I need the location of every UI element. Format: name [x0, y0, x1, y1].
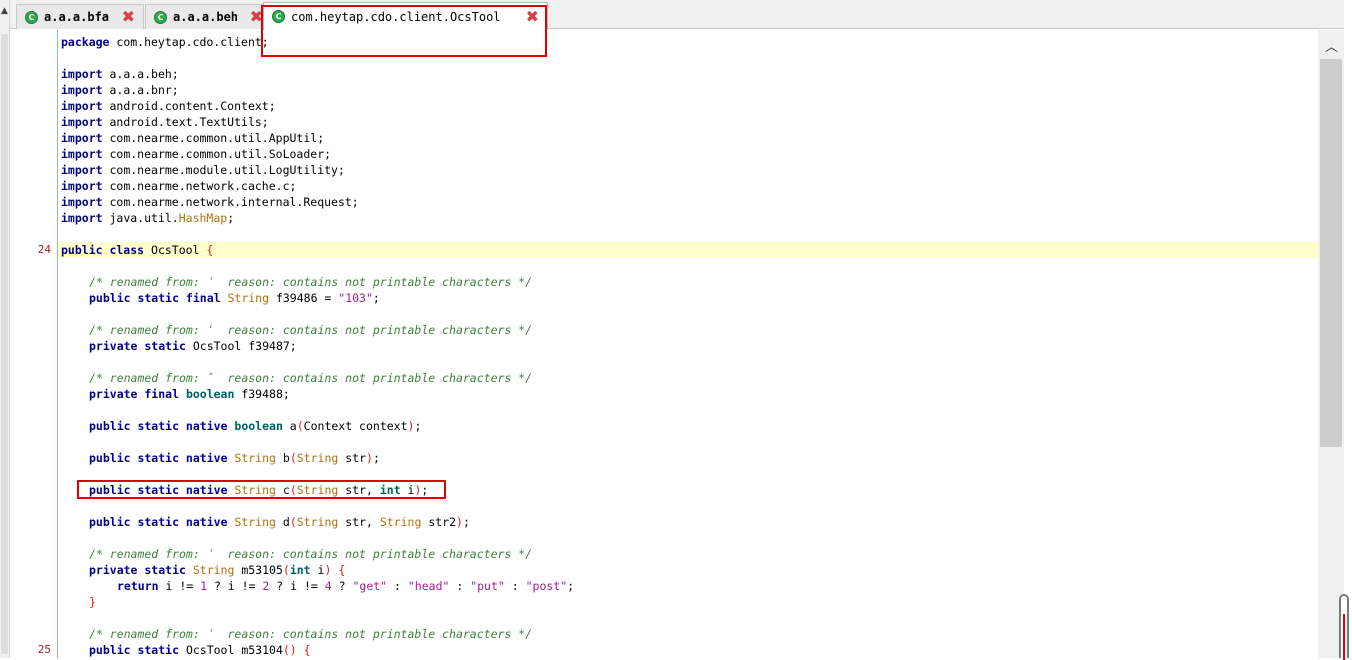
code-line-method-b: public static native String b(String str…: [89, 451, 380, 465]
tab-label: a.a.a.beh: [173, 10, 239, 24]
close-icon[interactable]: ✖: [122, 9, 135, 25]
code-line-import: import a.a.a.bnr;: [61, 83, 179, 97]
code-line-close-brace: }: [89, 595, 96, 609]
tab-label: a.a.a.bfa: [44, 10, 110, 24]
class-icon: C: [154, 10, 167, 24]
code-line-import: import com.nearme.common.util.AppUtil;: [61, 131, 325, 145]
code-line-field: public static final String f39486 = "103…: [89, 291, 380, 305]
tab-a-a-a-bfa[interactable]: C a.a.a.bfa ✖: [16, 4, 144, 29]
code-line-comment: /* renamed from: ʾ reason: contains not …: [89, 275, 533, 289]
left-panel-scrollbar[interactable]: ▲: [0, 0, 10, 658]
marker-fill: [1343, 614, 1345, 660]
code-line-import: import com.nearme.common.util.SoLoader;: [61, 147, 332, 161]
code-line-return: return i != 1 ? i != 2 ? i != 4 ? "get" …: [117, 579, 575, 593]
code-line-method-d: public static native String d(String str…: [89, 515, 470, 529]
code-line-comment: /* renamed from: ʿ reason: contains not …: [89, 323, 533, 337]
chevron-up-icon[interactable]: ︿: [1325, 36, 1338, 55]
class-icon: C: [25, 10, 38, 24]
code-editor[interactable]: package com.heytap.cdo.client; import a.…: [59, 30, 1318, 658]
chevron-up-icon[interactable]: ▲: [1, 6, 8, 16]
tab-a-a-a-beh[interactable]: C a.a.a.beh ✖: [145, 4, 272, 29]
close-icon[interactable]: ✖: [526, 8, 539, 25]
code-line-method-c: public static native String c(String str…: [89, 483, 429, 497]
scroll-thumb[interactable]: [1320, 59, 1342, 447]
code-line-import: import android.text.TextUtils;: [61, 115, 269, 129]
code-line-comment: /* renamed from: ʾ reason: contains not …: [89, 627, 533, 641]
code-line-class-declaration: public class OcsTool {: [61, 243, 214, 257]
editor-tab-bar: C a.a.a.bfa ✖ C a.a.a.beh ✖ C com.heytap…: [10, 0, 1352, 30]
code-line-import: import com.nearme.network.cache.c;: [61, 179, 297, 193]
code-line-import: import java.util.HashMap;: [61, 211, 235, 225]
code-line-import: import com.nearme.module.util.LogUtility…: [61, 163, 345, 177]
close-icon[interactable]: ✖: [250, 9, 263, 25]
code-line-import: import com.nearme.network.internal.Reque…: [61, 195, 359, 209]
class-icon: C: [272, 10, 285, 23]
code-line-method-a: public static native boolean a(Context c…: [89, 419, 422, 433]
current-line-highlight: [59, 242, 1318, 258]
window-edge: [1344, 0, 1352, 658]
tab-label: com.heytap.cdo.client.OcsTool: [291, 9, 501, 24]
vertical-scrollbar[interactable]: ︿: [1318, 30, 1344, 658]
line-number-gutter: 24 25: [10, 30, 58, 658]
code-line-comment: /* renamed from: ʾ reason: contains not …: [89, 547, 533, 561]
code-line-import: import android.content.Context;: [61, 99, 276, 113]
code-line-method-m53104: public static OcsTool m53104() {: [89, 643, 311, 657]
code-line-field: private static OcsTool f39487;: [89, 339, 297, 353]
code-line-package: package com.heytap.cdo.client;: [61, 35, 269, 49]
code-line-method-m53105: private static String m53105(int i) {: [89, 563, 346, 577]
edge-marker: [1339, 594, 1349, 660]
left-scroll-thumb[interactable]: [1, 34, 8, 654]
line-number-25: 25: [37, 643, 51, 656]
code-line-import: import a.a.a.beh;: [61, 67, 179, 81]
code-line-comment: /* renamed from: ˆ reason: contains not …: [89, 371, 533, 385]
code-line-field: private final boolean f39488;: [89, 387, 290, 401]
tab-ocstool[interactable]: C com.heytap.cdo.client.OcsTool ✖: [263, 2, 548, 30]
line-number-24: 24: [37, 243, 51, 256]
